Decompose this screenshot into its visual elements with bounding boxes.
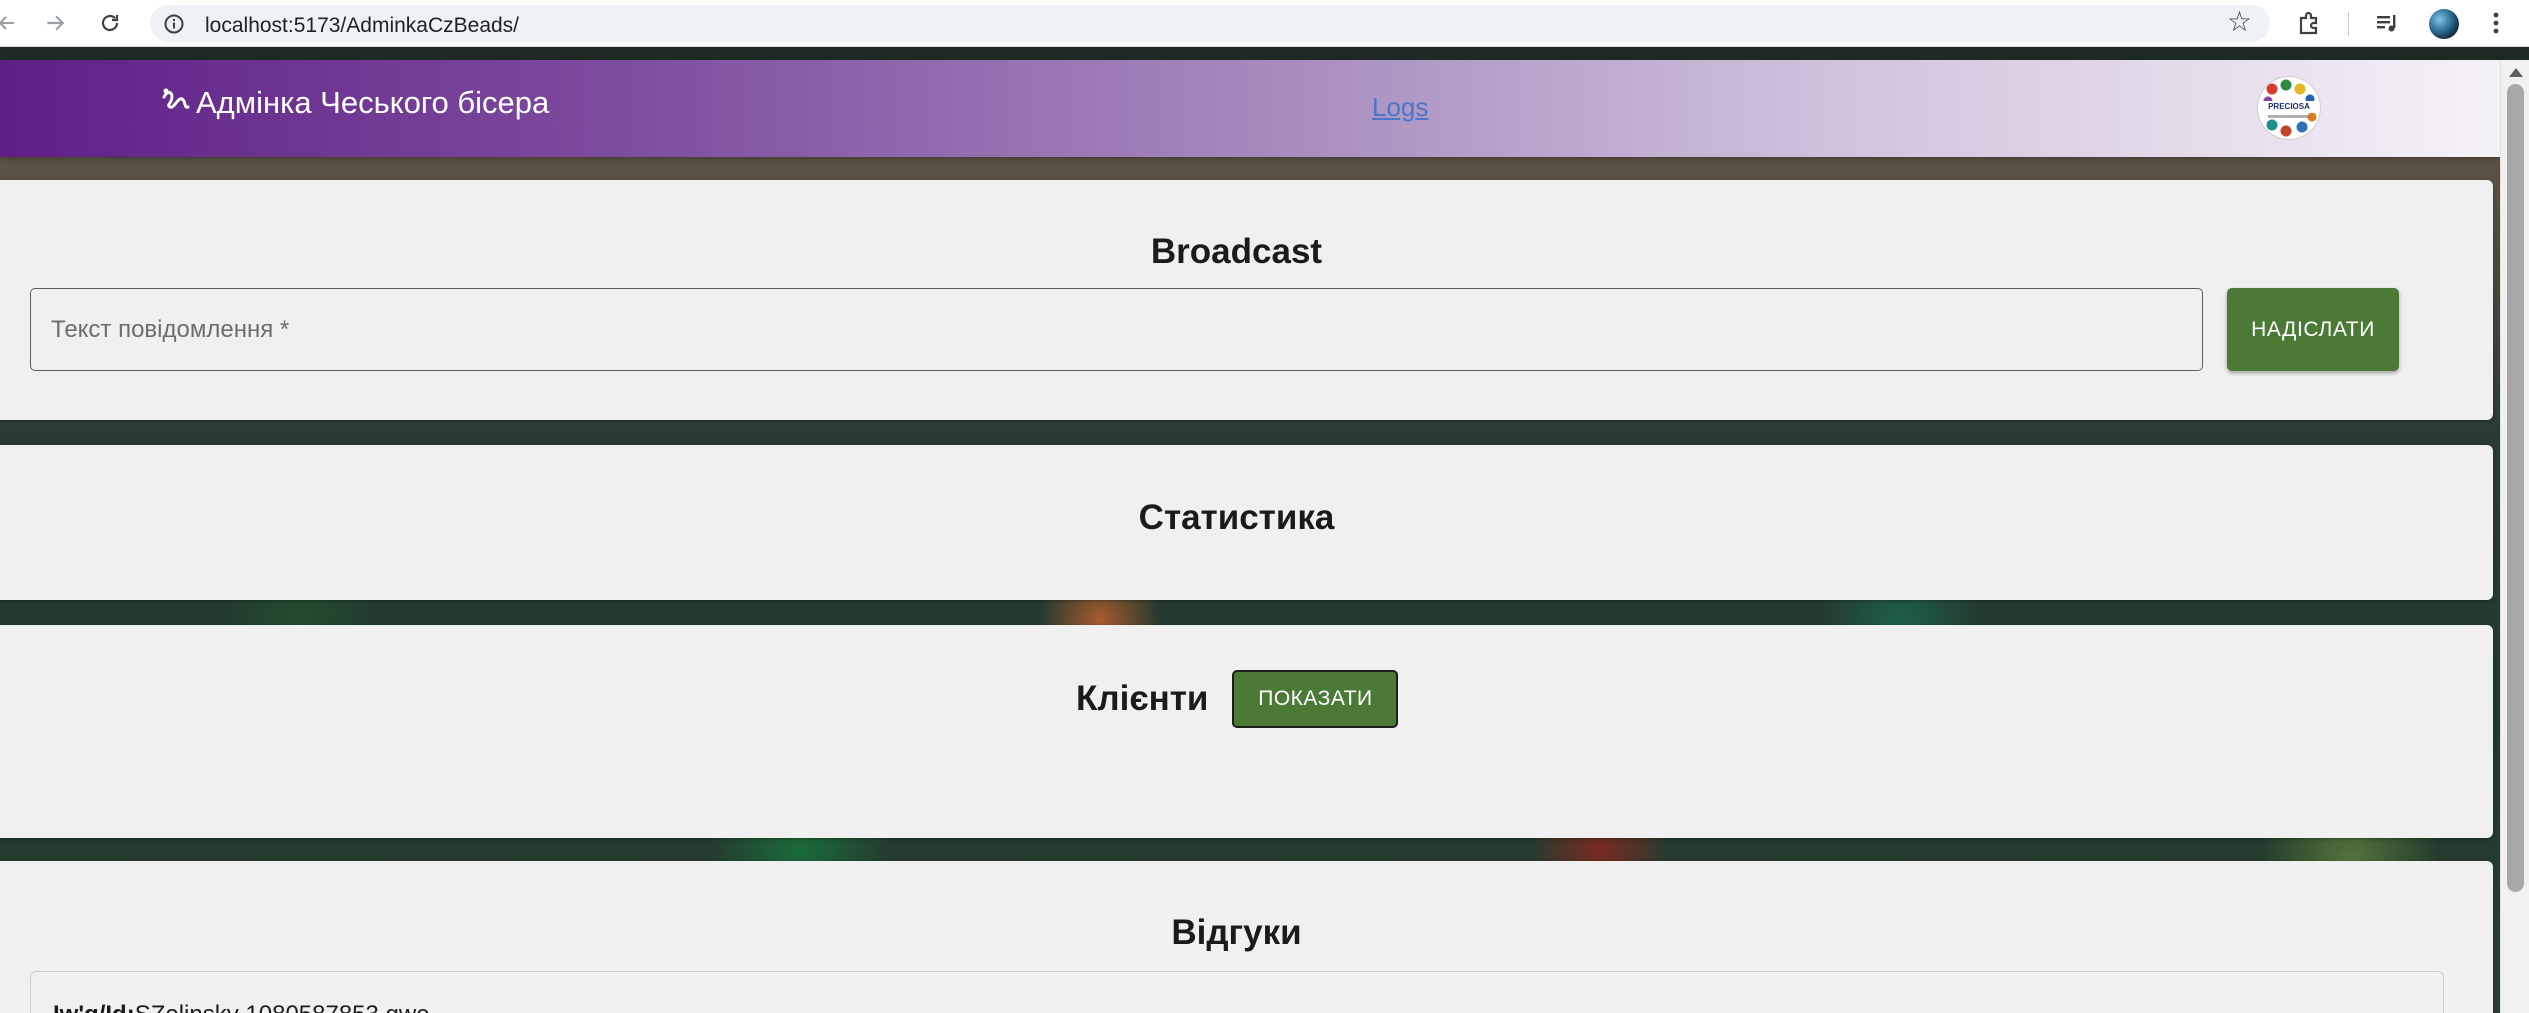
scroll-up-arrow-icon[interactable] [2509,68,2523,77]
address-bar[interactable]: localhost:5173/AdminkaCzBeads/ ☆ [150,5,2270,42]
media-controls-icon [2377,15,2396,32]
clients-header: Клієнти ПОКАЗАТИ [1076,670,1399,728]
broadcast-card: Broadcast НАДІСЛАТИ [0,180,2493,420]
arrow-left-icon [0,16,14,30]
beads-icon [162,88,190,109]
scrollbar-thumb[interactable] [2507,84,2524,892]
browser-menu-button[interactable] [2480,7,2512,39]
review-line: Iw'g/Id:SZelinsky 1080587853 gwe [53,1001,430,1013]
page-viewport: Адмінка Чеського бісера Logs PRECIOSA Br… [0,60,2500,1013]
reload-icon [101,14,119,32]
show-clients-button[interactable]: ПОКАЗАТИ [1232,670,1399,728]
url-text[interactable]: localhost:5173/AdminkaCzBeads/ [205,14,519,38]
info-icon [164,14,184,34]
forward-button[interactable] [38,6,72,40]
brand[interactable]: Адмінка Чеського бісера [160,85,549,121]
logo-wordmark: PRECIOSA [2261,101,2317,113]
reviews-title: Відгуки [1171,913,1302,952]
browser-toolbar: localhost:5173/AdminkaCzBeads/ ☆ [0,0,2529,47]
preciosa-logo: PRECIOSA [2258,77,2320,139]
back-button[interactable] [0,6,24,40]
kebab-menu-icon [2493,12,2499,34]
statistics-card: Статистика [0,445,2493,600]
broadcast-title: Broadcast [1150,232,1323,271]
clients-card: Клієнти ПОКАЗАТИ [0,625,2493,838]
page-scrollbar[interactable] [2500,60,2529,1013]
profile-avatar[interactable] [2429,9,2459,39]
statistics-title: Статистика [1138,498,1335,537]
app-title: Адмінка Чеського бісера [196,85,550,120]
message-field[interactable] [30,288,2203,371]
reload-button[interactable] [93,6,127,40]
logs-link[interactable]: Logs [1372,92,1428,123]
site-info-button[interactable] [160,10,188,38]
star-icon[interactable]: ☆ [2227,8,2252,36]
review-key: Iw'g/Id: [53,1001,135,1013]
review-value: SZelinsky 1080587853 gwe [135,1001,430,1013]
send-button[interactable]: НАДІСЛАТИ [2227,288,2399,371]
reviews-card: Відгуки Iw'g/Id:SZelinsky 1080587853 gwe [0,861,2493,1013]
arrow-right-icon [47,15,65,31]
review-item: Iw'g/Id:SZelinsky 1080587853 gwe [30,971,2444,1013]
logo-tagline [2268,115,2310,118]
toolbar-divider [2348,12,2349,36]
app-header: Адмінка Чеського бісера Logs PRECIOSA [0,60,2500,157]
clients-title: Клієнти [1076,679,1209,718]
extensions-button[interactable] [2293,7,2325,39]
message-input[interactable] [31,289,2202,370]
media-controls-button[interactable] [2371,7,2403,39]
puzzle-icon [2299,11,2318,35]
